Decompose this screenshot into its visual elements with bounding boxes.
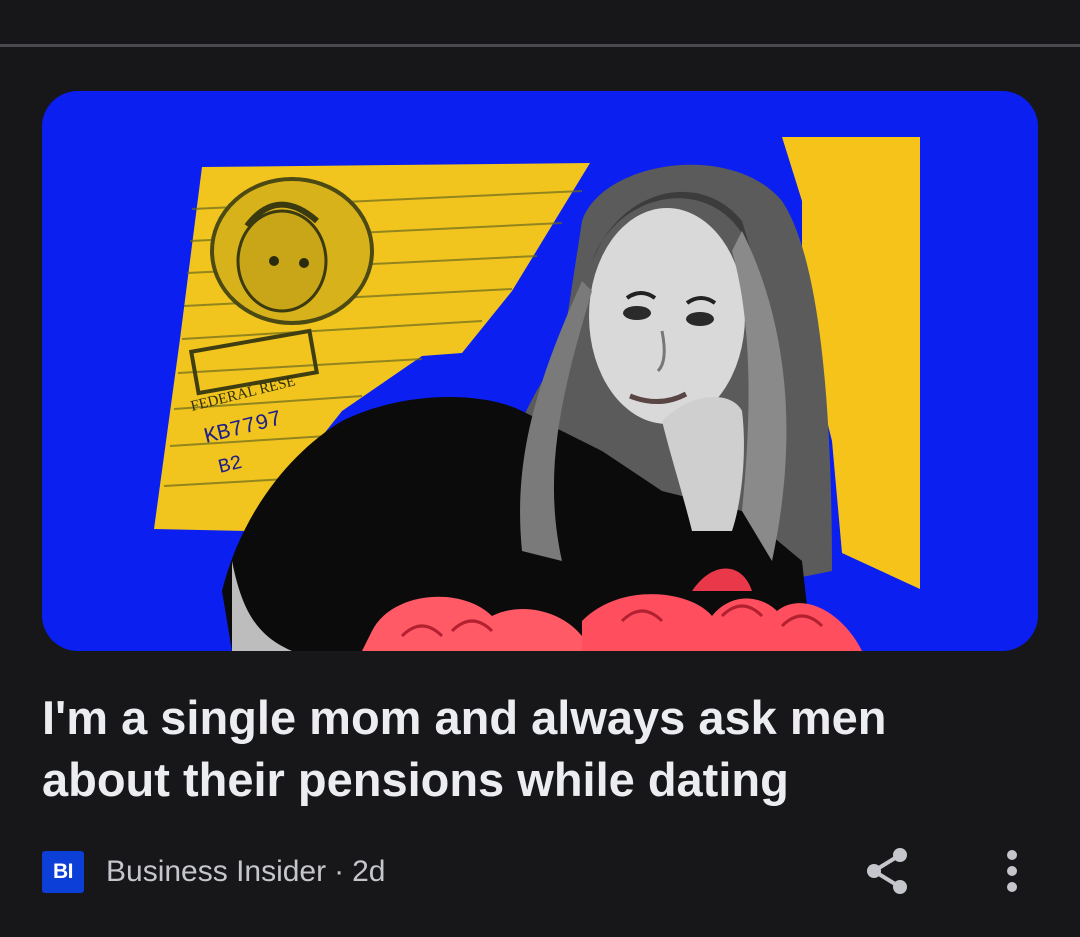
- article-thumbnail[interactable]: FEDERAL RESE KB7797 B2: [42, 91, 1038, 651]
- share-icon: [867, 848, 907, 894]
- business-insider-logo: BI: [42, 851, 84, 893]
- more-options-button[interactable]: [990, 845, 1034, 897]
- more-vert-icon: [1007, 850, 1017, 892]
- meta-separator: ·: [334, 855, 345, 888]
- share-button[interactable]: [862, 845, 914, 897]
- news-card[interactable]: FEDERAL RESE KB7797 B2 I'm a single mom …: [0, 47, 1080, 937]
- source-name: Business Insider: [106, 855, 327, 888]
- publish-age: 2d: [352, 855, 386, 888]
- article-meta: BI Business Insider · 2d: [42, 851, 385, 893]
- article-headline[interactable]: I'm a single mom and always ask men abou…: [42, 687, 1022, 811]
